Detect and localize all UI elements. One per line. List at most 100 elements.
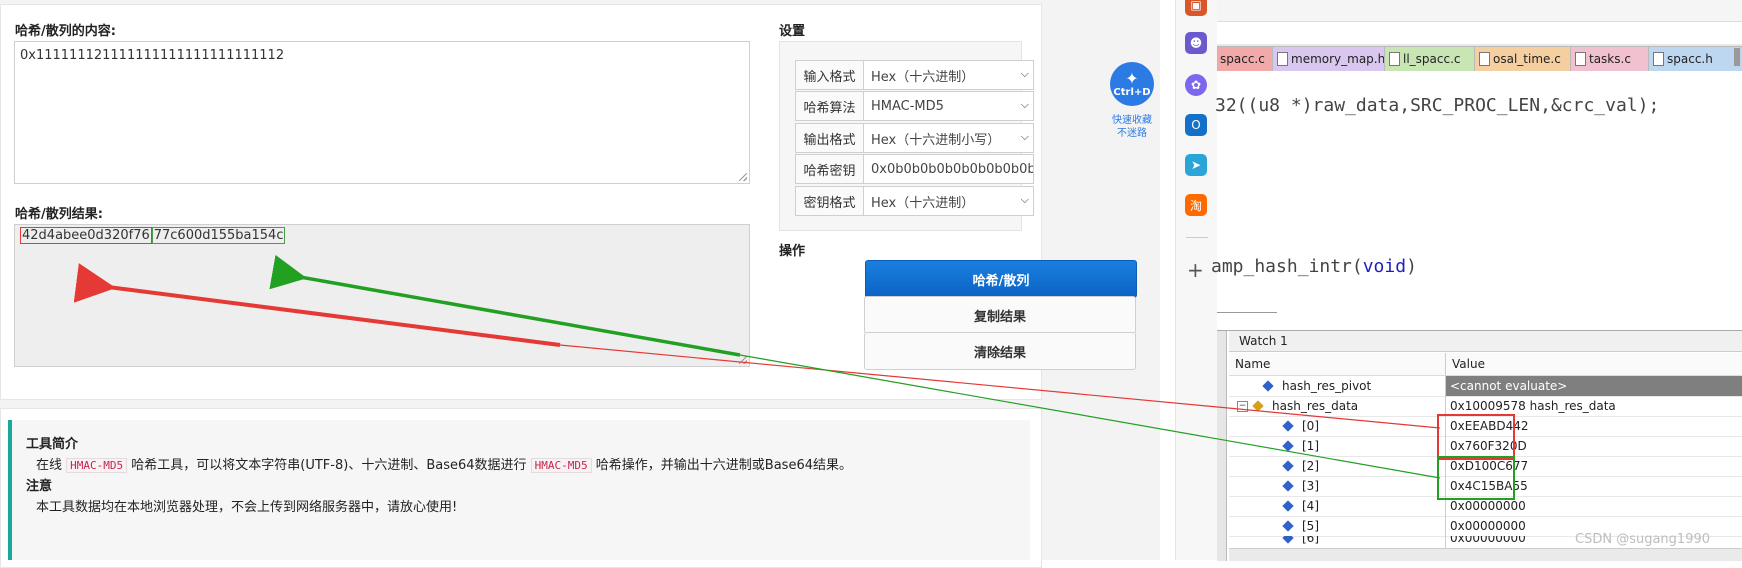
- badge-keys: Ctrl+D: [1113, 86, 1151, 98]
- notice-text: 本工具数据均在本地浏览器处理，不会上传到网络服务器中，请放心使用!: [36, 500, 458, 515]
- tabs-scroll-handle[interactable]: [1734, 48, 1740, 66]
- code-line: amp_hash_intr(void): [1211, 256, 1417, 277]
- resize-grip-icon[interactable]: [739, 356, 747, 364]
- watch-col-name: Name: [1229, 353, 1451, 376]
- watch-name: [1]: [1302, 439, 1319, 453]
- chevron-down-icon: ⌵: [1020, 98, 1029, 111]
- add-icon[interactable]: +: [1187, 258, 1204, 282]
- setting-hash-algorithm[interactable]: 哈希算法 HMAC-MD5 ⌵: [795, 91, 1034, 121]
- watch-title: Watch 1: [1229, 331, 1742, 352]
- setting-key-format[interactable]: 密钥格式 Hex（十六进制） ⌵: [795, 186, 1034, 216]
- code-paren: ): [1406, 256, 1417, 277]
- collapse-icon[interactable]: −: [1237, 400, 1248, 412]
- bookmark-badge[interactable]: ✦ Ctrl+D 快速收藏 不迷路: [1108, 62, 1156, 148]
- setting-hash-key[interactable]: 哈希密钥 0x0b0b0b0b0b0b0b0b0b0b: [795, 154, 1034, 184]
- intro-pre: 在线: [36, 458, 63, 473]
- taobao-icon[interactable]: 淘: [1185, 194, 1207, 216]
- setting-name: 输出格式: [796, 124, 864, 152]
- hash-tool-page: 哈希/散列的内容: 0x1111111211111111111111111111…: [0, 0, 1160, 568]
- setting-value: 0x0b0b0b0b0b0b0b0b0b0b: [871, 161, 1033, 177]
- watch-name: [0]: [1302, 419, 1319, 433]
- setting-name: 输入格式: [796, 61, 864, 89]
- watch-name: [3]: [1302, 479, 1319, 493]
- file-icon: [1653, 52, 1664, 66]
- content-input-value: 0x111111121111111111111111111112: [20, 48, 285, 63]
- setting-input-format[interactable]: 输入格式 Hex（十六进制） ⌵: [795, 60, 1034, 90]
- highlight-box-green: [1437, 456, 1515, 500]
- watch-left-bar: [1217, 331, 1227, 561]
- variable-icon: [1262, 380, 1274, 392]
- code-keyword: void: [1362, 256, 1407, 277]
- ide-window: spacc.c memory_map.h ll_spacc.c osal_tim…: [1211, 0, 1742, 561]
- hash-button[interactable]: 哈希/散列: [865, 260, 1137, 298]
- variable-icon: [1282, 440, 1294, 452]
- code-function: amp_hash_intr(: [1211, 256, 1363, 277]
- sidebar-divider: [1186, 237, 1208, 238]
- tab-label: spacc.h: [1667, 52, 1713, 66]
- result-output[interactable]: 42d4abee0d320f76 77c600d155ba154c: [14, 224, 750, 367]
- tab-label: ll_spacc.c: [1403, 52, 1461, 66]
- variable-icon: [1282, 500, 1294, 512]
- setting-value: Hex（十六进制小写）: [871, 132, 1001, 148]
- setting-name: 哈希密钥: [796, 155, 864, 183]
- struct-icon: [1252, 400, 1264, 412]
- ide-top-strip: [1217, 0, 1742, 22]
- file-icon: [1479, 52, 1490, 66]
- copilot-icon[interactable]: ✿: [1185, 74, 1207, 96]
- intro-code: HMAC-MD5: [66, 458, 128, 473]
- copy-result-button[interactable]: 复制结果: [864, 296, 1136, 334]
- tab-spacc-c[interactable]: spacc.c: [1217, 46, 1274, 71]
- watch-name: [4]: [1302, 499, 1319, 513]
- settings-title: 设置: [779, 24, 806, 39]
- actions-title: 操作: [779, 244, 806, 259]
- tab-label: osal_time.c: [1493, 52, 1561, 66]
- result-label: 哈希/散列结果:: [15, 207, 103, 222]
- file-icon: [1277, 52, 1288, 66]
- outlook-icon[interactable]: O: [1185, 114, 1207, 136]
- variable-icon: [1282, 420, 1294, 432]
- file-icon: [1575, 52, 1586, 66]
- tab-spacc-h[interactable]: spacc.h: [1648, 46, 1742, 71]
- toolbox-icon[interactable]: ▣: [1185, 0, 1207, 16]
- variable-icon: [1282, 536, 1294, 544]
- editor-tabs: spacc.c memory_map.h ll_spacc.c osal_tim…: [1217, 44, 1742, 71]
- setting-value: Hex（十六进制）: [871, 69, 975, 85]
- watch-name: [2]: [1302, 459, 1319, 473]
- intro-mid: 哈希工具，可以将文本字符串(UTF-8)、十六进制、Base64数据进行: [131, 458, 527, 473]
- badge-text: 快速收藏 不迷路: [1108, 114, 1156, 140]
- watch-value: <cannot evaluate>: [1445, 376, 1742, 396]
- resize-grip-icon[interactable]: [739, 173, 747, 181]
- bookmark-badge-circle: ✦ Ctrl+D: [1110, 62, 1154, 106]
- setting-value: HMAC-MD5: [871, 98, 944, 114]
- content-input[interactable]: 0x111111121111111111111111111112: [14, 41, 750, 184]
- user-icon[interactable]: ☻: [1185, 32, 1207, 54]
- sparkle-icon: ✦: [1125, 68, 1139, 88]
- watch-window: Watch 1 Name Value hash_res_pivot <canno…: [1217, 330, 1742, 561]
- setting-value: Hex（十六进制）: [871, 195, 975, 211]
- tab-memory-map-h[interactable]: memory_map.h: [1272, 46, 1402, 71]
- send-icon[interactable]: ➤: [1185, 154, 1207, 176]
- intro-post: 哈希操作，并输出十六进制或Base64结果。: [595, 458, 852, 473]
- settings-panel: 输入格式 Hex（十六进制） ⌵ 哈希算法 HMAC-MD5 ⌵ 输出格式 Hex（…: [779, 41, 1034, 231]
- chevron-down-icon: ⌵: [1020, 193, 1029, 206]
- watch-value: 0x10009578 hash_res_data: [1445, 396, 1742, 416]
- clear-result-button[interactable]: 清除结果: [864, 332, 1136, 370]
- badge-line2: 不迷路: [1117, 128, 1147, 139]
- watch-name: [5]: [1302, 519, 1319, 533]
- editor-divider: [1217, 312, 1277, 313]
- highlight-box-red: [1437, 414, 1515, 460]
- variable-icon: [1282, 460, 1294, 472]
- notice-title: 注意: [26, 479, 53, 494]
- chevron-down-icon: ⌵: [1020, 130, 1029, 143]
- watch-row[interactable]: hash_res_pivot <cannot evaluate>: [1229, 376, 1742, 397]
- code-line: 32((u8 *)raw_data,SRC_PROC_LEN,&crc_val)…: [1215, 95, 1660, 116]
- tab-label: tasks.c: [1589, 52, 1631, 66]
- watch-col-value: Value: [1445, 353, 1742, 376]
- chevron-down-icon: ⌵: [1020, 67, 1029, 80]
- setting-output-format[interactable]: 输出格式 Hex（十六进制小写） ⌵: [795, 123, 1034, 153]
- intro-code: HMAC-MD5: [530, 458, 592, 473]
- intro-title: 工具简介: [26, 437, 79, 452]
- variable-icon: [1282, 480, 1294, 492]
- horizontal-scrollbar[interactable]: [1229, 548, 1742, 561]
- watch-name: hash_res_pivot: [1282, 379, 1372, 393]
